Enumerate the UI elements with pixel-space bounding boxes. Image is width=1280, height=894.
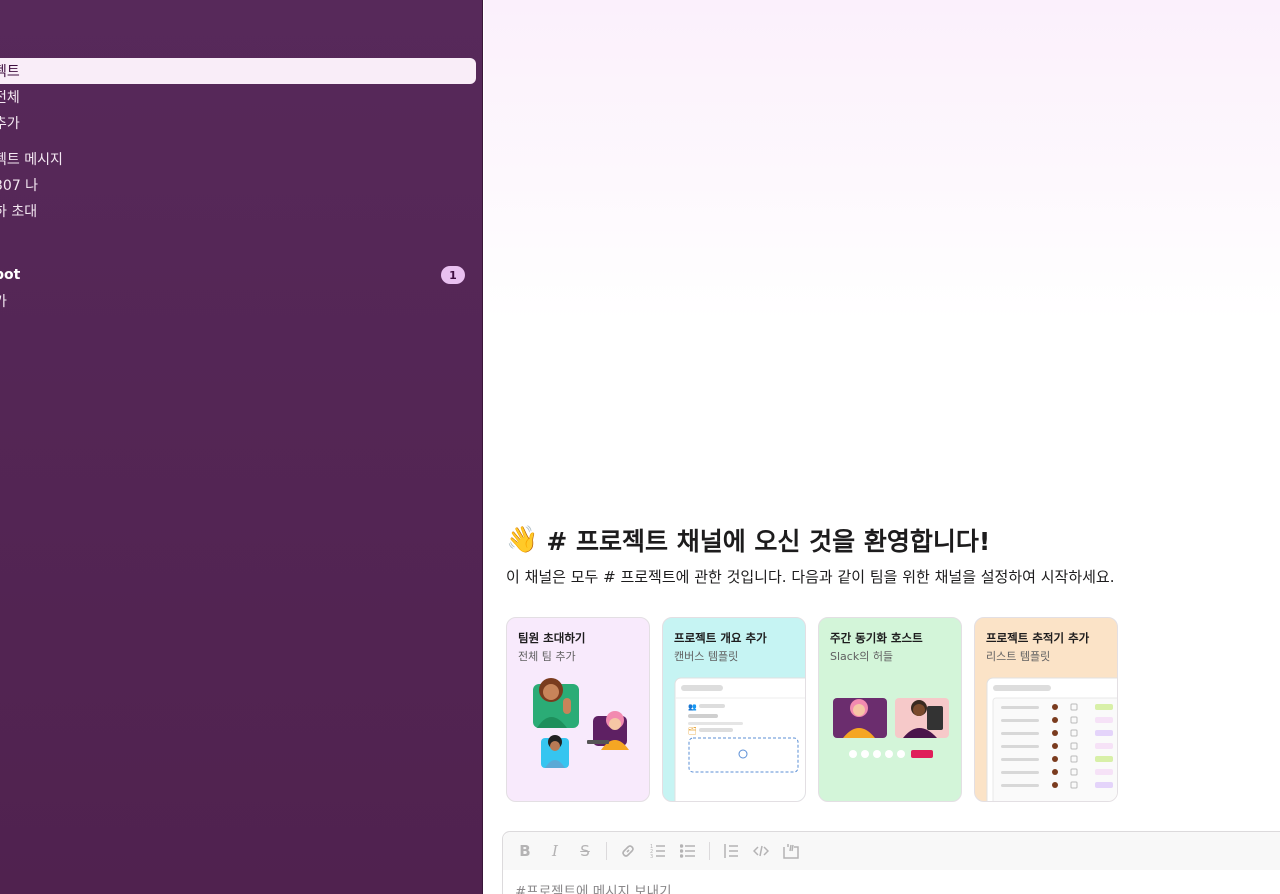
message-input[interactable]: #프로젝트에 메시지 보내기 [515, 880, 672, 894]
ordered-list-icon[interactable]: 123 [646, 839, 670, 863]
list-illustration-icon [986, 677, 1117, 801]
sidebar-item-label: 젝트 메시지 [0, 152, 63, 168]
sidebar-item-label: bot [0, 267, 21, 283]
sidebar-item-all[interactable]: 전체 [0, 84, 26, 110]
people-illustration-icon [533, 678, 629, 768]
sidebar-item-add-app[interactable]: 가 [0, 288, 13, 314]
code-icon[interactable] [749, 839, 773, 863]
card-subtitle: Slack의 허들 [830, 650, 894, 663]
bold-icon[interactable]: B [513, 839, 537, 863]
svg-text:👥: 👥 [688, 703, 697, 711]
svg-text:🗂: 🗂 [688, 726, 697, 735]
svg-text:3: 3 [650, 854, 653, 859]
sidebar: 젝트 전체 추가 젝트 메시지 307 나 하 초대 bot 1 가 [0, 0, 483, 894]
channel-main: 👋 # 프로젝트 채널에 오신 것을 환영합니다! 이 채널은 모두 # 프로젝… [484, 0, 1280, 894]
blockquote-icon[interactable] [719, 839, 743, 863]
card-project-overview[interactable]: 프로젝트 개요 추가 캔버스 템플릿 👥 🗂 [662, 617, 806, 802]
sidebar-item-bot[interactable]: bot [0, 262, 26, 288]
sidebar-item-label: 가 [0, 291, 7, 311]
sidebar-item-add-channel[interactable]: 추가 [0, 110, 26, 136]
italic-icon[interactable]: I [543, 839, 567, 863]
card-title: 프로젝트 개요 추가 [674, 631, 767, 645]
card-title: 프로젝트 추적기 추가 [986, 631, 1090, 645]
sidebar-item-label: 추가 [0, 116, 20, 132]
welcome-title: 👋 # 프로젝트 채널에 오신 것을 환영합니다! [506, 522, 990, 558]
card-weekly-sync[interactable]: 주간 동기화 호스트 Slack의 허들 [818, 617, 962, 802]
card-title: 주간 동기화 호스트 [830, 631, 923, 645]
wave-icon: 👋 [506, 525, 539, 555]
huddle-illustration-icon [833, 698, 949, 758]
bulleted-list-icon[interactable] [676, 839, 700, 863]
message-composer: B I S 123 #프로젝트에 메시지 보내기 [502, 831, 1280, 894]
card-invite-members[interactable]: 팀원 초대하기 전체 팀 추가 [506, 617, 650, 802]
sidebar-item-self-dm[interactable]: 307 나 [0, 172, 44, 198]
strikethrough-icon[interactable]: S [573, 839, 597, 863]
toolbar-divider [606, 842, 607, 860]
canvas-illustration-icon: 👥 🗂 [674, 677, 805, 801]
welcome-title-text: # 프로젝트 채널에 오신 것을 환영합니다! [546, 527, 991, 556]
toolbar-divider [709, 842, 710, 860]
card-title: 팀원 초대하기 [518, 631, 586, 645]
formatting-toolbar: B I S 123 [503, 832, 1280, 870]
sidebar-item-label: 젝트 [0, 64, 20, 80]
card-subtitle: 전체 팀 추가 [518, 650, 576, 663]
sidebar-item-project-channel[interactable]: 젝트 [0, 58, 476, 84]
sidebar-item-invite[interactable]: 하 초대 [0, 198, 43, 224]
code-block-icon[interactable] [779, 839, 803, 863]
link-icon[interactable] [616, 839, 640, 863]
sidebar-item-direct-messages[interactable]: 젝트 메시지 [0, 146, 69, 172]
card-project-tracker[interactable]: 프로젝트 추적기 추가 리스트 템플릿 [974, 617, 1118, 802]
card-subtitle: 캔버스 템플릿 [674, 650, 739, 663]
card-subtitle: 리스트 템플릿 [986, 650, 1051, 663]
unread-badge: 1 [441, 266, 465, 284]
sidebar-item-label: 하 초대 [0, 204, 38, 220]
sidebar-item-label: 전체 [0, 90, 20, 106]
welcome-subtitle: 이 채널은 모두 # 프로젝트에 관한 것입니다. 다음과 같이 팀을 위한 채… [506, 568, 1115, 586]
sidebar-item-label: 307 나 [0, 178, 39, 194]
